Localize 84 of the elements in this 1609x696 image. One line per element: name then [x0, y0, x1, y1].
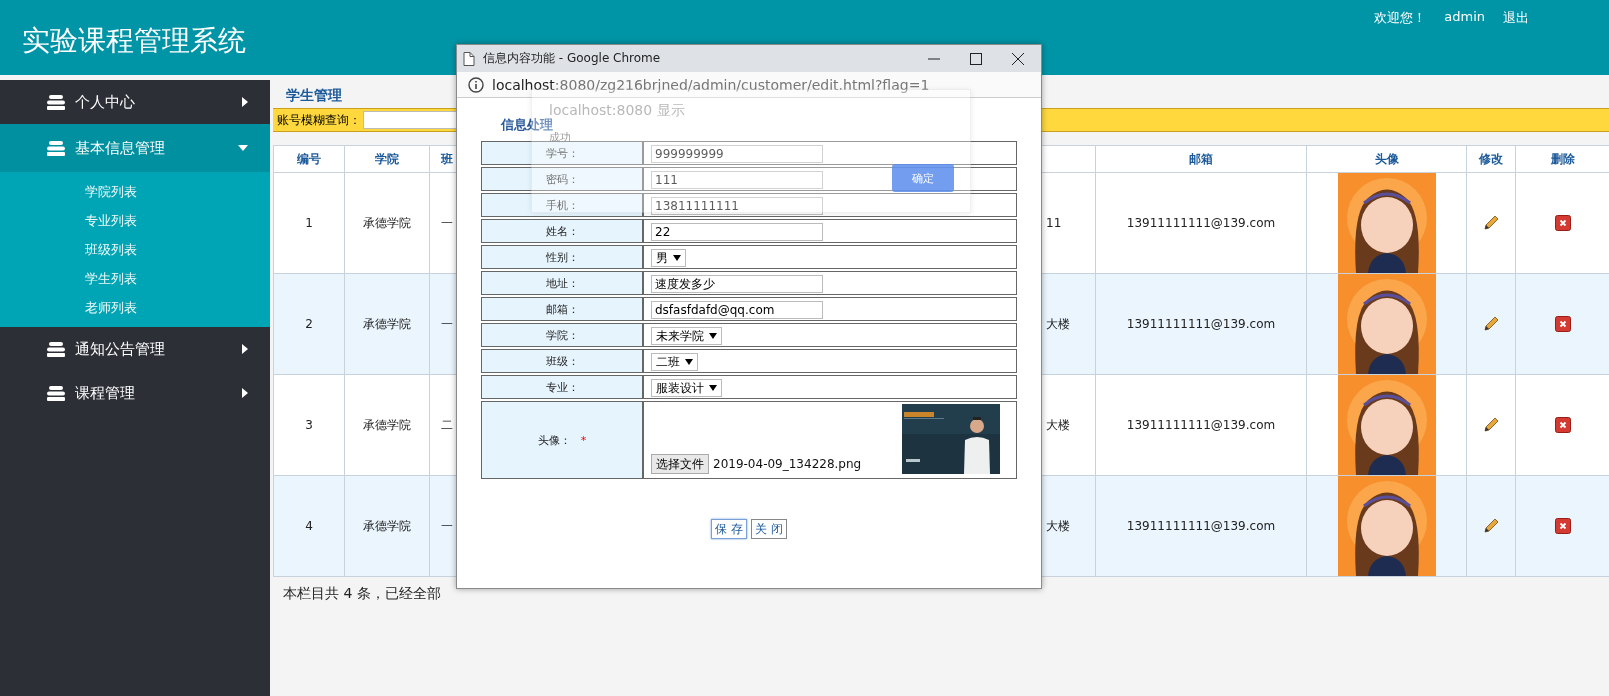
column-header: 删除: [1515, 145, 1609, 173]
table-cell: 13911111111@139.com: [1095, 172, 1307, 274]
page-heading: 学生管理: [285, 86, 342, 105]
window-title: 信息内容功能 - Google Chrome: [483, 50, 661, 67]
input-field[interactable]: 111: [651, 171, 823, 189]
table-cell: 大楼: [1040, 475, 1096, 577]
stack-icon: [47, 94, 65, 110]
delete-icon[interactable]: [1554, 417, 1571, 433]
app-title: 实验课程管理系统: [22, 23, 246, 59]
delete-icon[interactable]: [1554, 215, 1571, 231]
field-label: 邮箱：: [481, 297, 643, 321]
field-label: 专业：: [481, 375, 643, 399]
input-field[interactable]: 13811111111: [651, 197, 823, 215]
field-label: 学院：: [481, 323, 643, 347]
menu-item[interactable]: 个人中心: [0, 80, 270, 124]
field-label: 头像： *: [481, 401, 643, 479]
caret-icon: [685, 359, 693, 366]
table-cell: 1: [273, 172, 345, 274]
table-cell: 2: [273, 273, 345, 375]
field-label: 性别：: [481, 245, 643, 269]
caret-icon: [673, 255, 681, 262]
caret-icon: [709, 333, 717, 340]
field-label: 班级：: [481, 349, 643, 373]
caret-down-icon: [238, 145, 248, 151]
column-header: 修改: [1466, 145, 1516, 173]
url-text[interactable]: localhost:8080/zg216brjned/admin/customer/edit.html?flag=1: [492, 76, 930, 93]
welcome-text: 欢迎您！: [1374, 9, 1427, 27]
choose-file-button[interactable]: 选择文件: [651, 454, 709, 474]
pencil-icon[interactable]: [1483, 518, 1499, 534]
column-header: 学院: [344, 145, 430, 173]
stack-icon: [47, 341, 65, 357]
stack-icon: [47, 385, 65, 401]
pencil-icon[interactable]: [1483, 417, 1499, 433]
select-dropdown[interactable]: 未来学院: [651, 327, 722, 346]
select-dropdown[interactable]: 服装设计: [651, 379, 722, 398]
delete-icon[interactable]: [1554, 518, 1571, 534]
field-label: 手机：: [481, 193, 643, 217]
user-link[interactable]: admin: [1444, 9, 1485, 27]
logout-link[interactable]: 退出: [1503, 9, 1529, 27]
menu-item[interactable]: 基本信息管理: [0, 124, 270, 172]
table-cell: 承德学院: [344, 475, 430, 577]
delete-icon[interactable]: [1554, 316, 1571, 332]
form-title: 信息处理: [499, 116, 553, 132]
alert-title: localhost:8080 显示: [549, 102, 685, 118]
caret-right-icon: [242, 97, 248, 107]
table-cell: 承德学院: [344, 374, 430, 476]
table-cell: 承德学院: [344, 172, 430, 274]
pencil-icon[interactable]: [1483, 316, 1499, 332]
menu-item[interactable]: 课程管理: [0, 371, 270, 415]
info-icon[interactable]: [468, 76, 484, 93]
table-cell: 4: [273, 475, 345, 577]
input-field[interactable]: 速度发多少: [651, 275, 823, 294]
table-cell: 3: [273, 374, 345, 476]
column-header: 编号: [273, 145, 345, 173]
maximize-icon[interactable]: [970, 52, 982, 65]
table-cell: 13911111111@139.com: [1095, 273, 1307, 375]
table-cell: 大楼: [1040, 273, 1096, 375]
field-label: 学号：: [481, 141, 643, 165]
form-button[interactable]: 关 闭: [751, 519, 787, 539]
field-label: 姓名：: [481, 219, 643, 243]
table-cell: 13911111111@139.com: [1095, 374, 1307, 476]
column-header: 邮箱: [1095, 145, 1307, 173]
field-label: 地址：: [481, 271, 643, 295]
input-field[interactable]: 22: [651, 223, 823, 241]
input-field[interactable]: 999999999: [651, 145, 823, 163]
form-button[interactable]: 保 存: [711, 519, 747, 539]
document-icon: [463, 51, 475, 66]
column-header: 头像: [1306, 145, 1467, 173]
search-label: 账号模糊查询：: [277, 111, 361, 129]
close-icon[interactable]: [1012, 52, 1024, 65]
select-dropdown[interactable]: 男: [651, 249, 686, 268]
file-name: 2019-04-09_134228.png: [713, 457, 862, 471]
input-field[interactable]: dsfasfdafd@qq.com: [651, 301, 823, 319]
table-cell: 13911111111@139.com: [1095, 475, 1307, 577]
field-label: 密码：: [481, 167, 643, 191]
caret-right-icon: [242, 344, 248, 354]
caret-icon: [709, 385, 717, 392]
stack-icon: [47, 140, 65, 156]
table-cell: 承德学院: [344, 273, 430, 375]
record-count-text: 本栏目共 4 条，已经全部: [282, 584, 442, 603]
select-dropdown[interactable]: 二班: [651, 353, 698, 372]
pencil-icon[interactable]: [1483, 215, 1499, 231]
caret-right-icon: [242, 388, 248, 398]
menu-item[interactable]: 通知公告管理: [0, 327, 270, 371]
